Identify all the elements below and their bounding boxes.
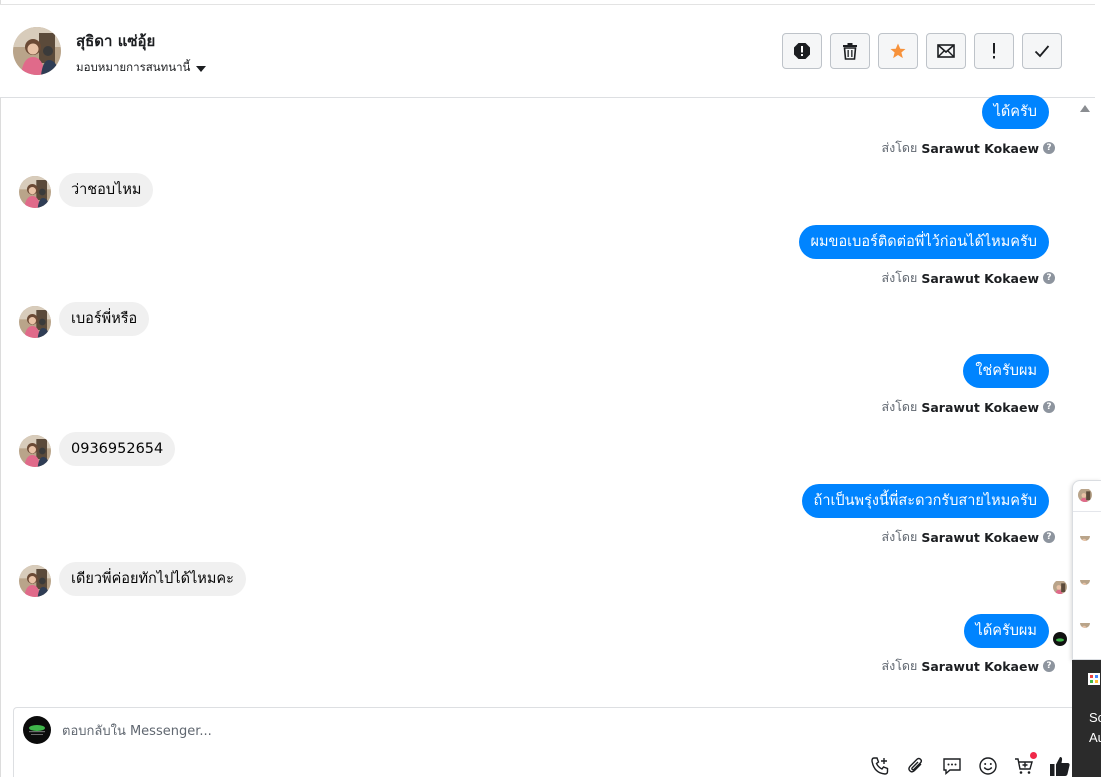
help-icon[interactable]: ? [1043,272,1055,284]
contact-avatar-small [19,176,51,208]
dark-overlay-panel[interactable]: Sc Au [1072,660,1101,777]
envelope-icon [937,44,955,58]
contact-avatar[interactable] [13,27,61,75]
sent-by-prefix: ส่งโดย [881,658,918,673]
trash-icon [843,43,857,60]
delete-button[interactable] [830,33,870,69]
caret-down-icon [196,65,207,72]
help-icon[interactable]: ? [1043,142,1055,154]
outgoing-message[interactable]: ผมขอเบอร์ติดต่อพี่ไว้ก่อนได้ไหมครับ [798,225,1049,259]
outgoing-message[interactable]: ได้ครับผม [963,614,1049,648]
panel-item-avatar [1080,575,1090,585]
saved-replies-button[interactable] [941,755,963,777]
contact-avatar-small [19,306,51,338]
emoji-icon [979,757,997,775]
star-button[interactable] [878,33,918,69]
follow-up-button[interactable] [974,33,1014,69]
sender-name: Sarawut Kokaew [921,658,1039,674]
like-icon [1050,757,1070,776]
incoming-message[interactable]: เบอร์พี่หรือ [59,302,150,336]
composer-tools [869,752,1071,777]
notification-text: Au [1089,730,1101,745]
exclamation-icon [993,43,995,59]
help-icon[interactable]: ? [1043,401,1055,413]
saved-reply-icon [943,758,961,776]
sent-by-line: ส่งโดย Sarawut Kokaew ? [881,527,1055,547]
sent-by-line: ส่งโดย Sarawut Kokaew ? [881,656,1055,676]
contact-avatar-small [19,435,51,467]
incoming-message[interactable]: 0936952654 [59,432,176,466]
contact-avatar-small [19,565,51,597]
outgoing-message[interactable]: ได้ครับ [981,95,1049,129]
conversation-header: สุธิดา แซ่อุ้ย มอบหมายการสนทนานี้ [0,5,1095,98]
mark-done-button[interactable] [1022,33,1062,69]
reply-input[interactable] [62,720,762,742]
sent-by-line: ส่งโดย Sarawut Kokaew ? [881,397,1055,417]
emoji-button[interactable] [977,755,999,777]
paperclip-icon [908,757,923,773]
cart-add-icon [1015,758,1033,774]
outgoing-message[interactable]: ถ้าเป็นพรุ่งนี้พี่สะดวกรับสายไหมครับ [801,484,1049,518]
header-actions [782,33,1062,69]
panel-avatar [1078,488,1092,502]
mark-unread-button[interactable] [926,33,966,69]
contact-name: สุธิดา แซ่อุ้ย [76,32,156,50]
add-to-cart-button[interactable] [1013,752,1037,777]
attach-button[interactable] [905,755,927,777]
notification-text: Sc [1089,710,1101,725]
star-icon [890,43,906,59]
scroll-up-arrow-icon[interactable] [1080,105,1090,112]
side-conversation-panel[interactable] [1072,480,1101,660]
panel-item-avatar [1080,531,1090,541]
page-avatar [23,716,51,744]
help-icon[interactable]: ? [1043,531,1055,543]
seen-avatar [1053,580,1067,594]
sent-by-prefix: ส่งโดย [881,270,918,285]
phone-add-icon [871,757,889,775]
report-spam-button[interactable] [782,33,822,69]
sender-name: Sarawut Kokaew [921,399,1039,415]
sent-by-prefix: ส่งโดย [881,529,918,544]
window-border [0,0,1,777]
sender-name: Sarawut Kokaew [921,529,1039,545]
incoming-message[interactable]: ว่าชอบไหม [59,173,154,207]
panel-divider [1073,511,1101,512]
outgoing-message[interactable]: ใช่ครับผม [963,354,1049,388]
report-icon [794,43,810,59]
assign-label: มอบหมายการสนทนานี้ [76,60,191,74]
page-avatar-small [1053,632,1067,646]
sent-by-line: ส่งโดย Sarawut Kokaew ? [881,268,1055,288]
incoming-message[interactable]: เดียวพี่ค่อยทักไปได้ไหมคะ [59,562,246,596]
assign-conversation-dropdown[interactable]: มอบหมายการสนทนานี้ [76,59,207,77]
help-icon[interactable]: ? [1043,660,1055,672]
check-icon [1034,45,1050,58]
call-button[interactable] [869,755,891,777]
sent-by-prefix: ส่งโดย [881,399,918,414]
panel-item-avatar [1080,618,1090,628]
notification-dot [1030,752,1037,759]
sender-name: Sarawut Kokaew [921,140,1039,156]
like-button[interactable] [1049,755,1071,777]
app-icon [1088,673,1100,685]
sent-by-prefix: ส่งโดย [881,140,918,155]
sender-name: Sarawut Kokaew [921,270,1039,286]
reply-composer [13,707,1075,777]
sent-by-line: ส่งโดย Sarawut Kokaew ? [881,138,1055,158]
